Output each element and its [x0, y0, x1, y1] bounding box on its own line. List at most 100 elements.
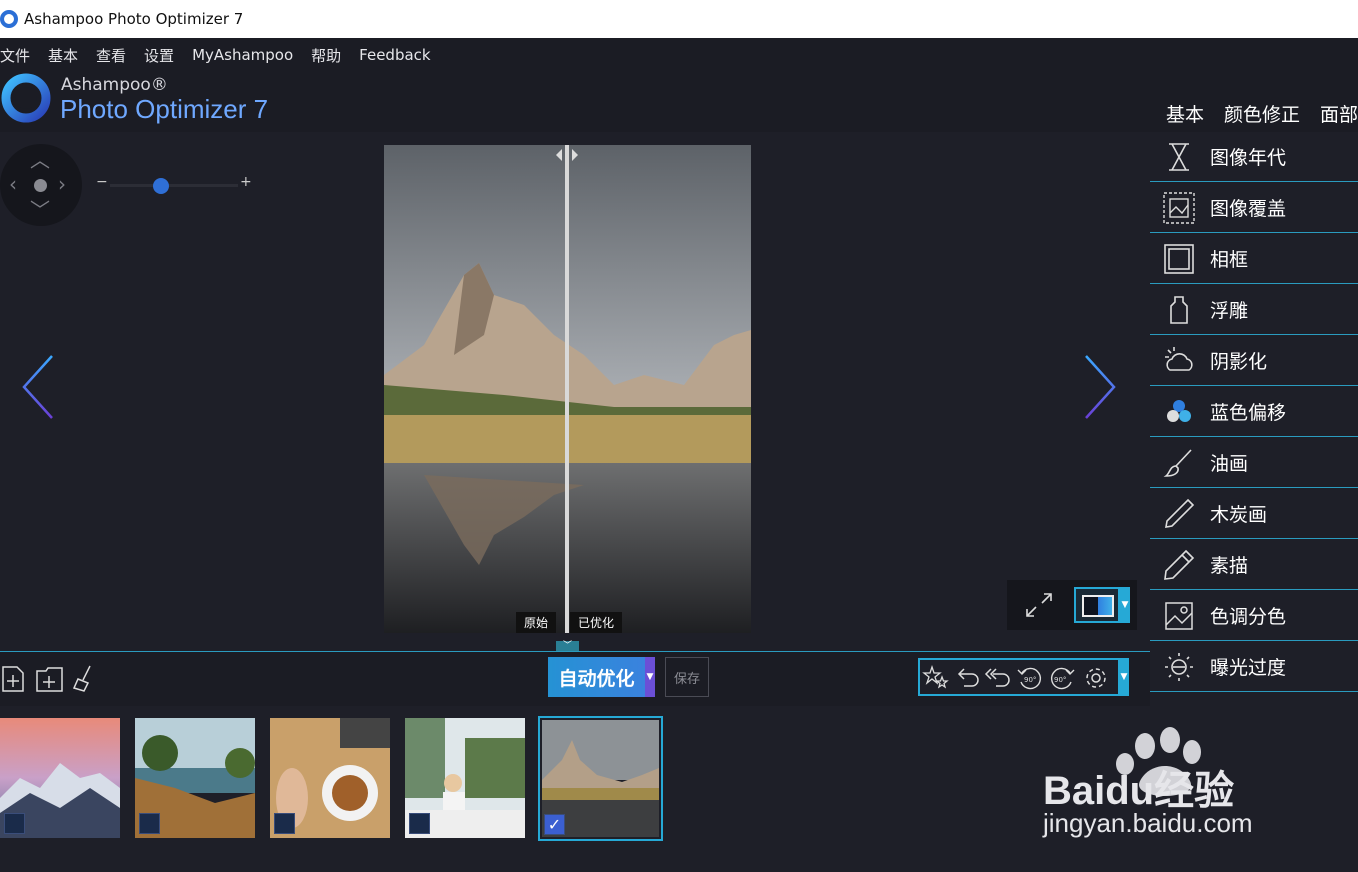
- title-bar: Ashampoo Photo Optimizer 7: [0, 0, 1358, 38]
- oil-brush-icon: [1163, 448, 1192, 477]
- compare-mode-dropdown[interactable]: ▼: [1120, 587, 1130, 623]
- pan-right-icon[interactable]: ›: [58, 174, 66, 194]
- mountain-lake-image: [384, 145, 751, 633]
- thumbnail-checkbox[interactable]: [139, 813, 160, 834]
- menu-help[interactable]: 帮助: [311, 45, 341, 66]
- zoom-in-button[interactable]: +: [240, 174, 252, 190]
- fullscreen-icon[interactable]: [1023, 590, 1055, 620]
- image-workspace: ︿ ‹ › ﹀ − + 原始 已优化 ▼ ﹀: [0, 132, 1150, 652]
- tab-basic[interactable]: 基本: [1166, 100, 1204, 127]
- overexposure-icon: [1165, 652, 1193, 681]
- effect-sketch[interactable]: 素描: [1150, 540, 1358, 590]
- rotate-left-icon[interactable]: 90°: [1016, 664, 1044, 692]
- effect-label: 阴影化: [1210, 351, 1268, 373]
- effect-posterize[interactable]: 色调分色: [1150, 591, 1358, 641]
- magic-stars-icon[interactable]: [922, 664, 950, 692]
- thumbnail-checkbox-checked[interactable]: ✓: [544, 814, 565, 835]
- app-window: Ashampoo Photo Optimizer 7 文件 基本 查看 设置 M…: [0, 0, 1358, 872]
- pencil-icon: [1164, 549, 1195, 580]
- shadow-cloud-icon: [1165, 346, 1193, 371]
- thumbnail-checkbox[interactable]: [4, 813, 25, 834]
- product-name: Photo Optimizer 7: [60, 94, 269, 124]
- brand-name: Ashampoo®: [61, 75, 168, 95]
- menu-settings[interactable]: 设置: [144, 45, 174, 66]
- svg-text:90°: 90°: [1054, 676, 1066, 684]
- pan-left-icon[interactable]: ‹: [9, 174, 17, 194]
- settings-gear-icon[interactable]: [1082, 664, 1110, 692]
- effect-emboss[interactable]: 浮雕: [1150, 285, 1358, 335]
- effect-label: 相框: [1210, 249, 1249, 271]
- zoom-out-button[interactable]: −: [96, 174, 108, 190]
- add-file-icon[interactable]: [0, 664, 30, 694]
- window-title: Ashampoo Photo Optimizer 7: [24, 10, 244, 28]
- thumbnail-checkbox[interactable]: [409, 813, 430, 834]
- effect-label: 色调分色: [1210, 606, 1287, 628]
- ashampoo-logo-icon: [1, 73, 51, 123]
- charcoal-icon: [1165, 498, 1195, 528]
- previous-image-icon[interactable]: [18, 354, 58, 420]
- compare-mode-button[interactable]: [1074, 587, 1120, 623]
- blue-shift-icon: [1167, 399, 1191, 422]
- split-view-icon: [1082, 595, 1114, 617]
- view-tools: ▼: [1007, 580, 1137, 630]
- emboss-icon: [1170, 295, 1188, 324]
- pan-center-icon[interactable]: [34, 179, 47, 192]
- auto-optimize-button[interactable]: 自动优化: [548, 657, 645, 697]
- edit-tools-group: 90° 90°: [918, 658, 1120, 696]
- save-button[interactable]: 保存: [665, 657, 709, 697]
- effect-oil-painting[interactable]: 油画: [1150, 438, 1358, 488]
- zoom-slider[interactable]: [110, 178, 238, 194]
- rotate-right-icon[interactable]: 90°: [1048, 664, 1076, 692]
- thumbnail-checkbox[interactable]: [274, 813, 295, 834]
- add-folder-icon[interactable]: [35, 664, 65, 694]
- filmstrip: ✓: [0, 706, 1150, 872]
- effect-image-age[interactable]: 图像年代: [1150, 132, 1358, 182]
- action-toolbar: 自动优化 ▼ 保存 90° 90° ▼: [0, 651, 1150, 706]
- app-header: Ashampoo® Photo Optimizer 7 基本 颜色修正 面部: [0, 72, 1358, 132]
- effect-label: 图像年代: [1210, 147, 1287, 169]
- thumbnail-breakfast-table[interactable]: [270, 718, 390, 838]
- pan-up-icon[interactable]: ︿: [30, 150, 50, 170]
- menu-myashampoo[interactable]: MyAshampoo: [192, 46, 293, 64]
- effect-label: 木炭画: [1210, 504, 1268, 526]
- thumbnail-mountain-lake[interactable]: ✓: [538, 716, 663, 841]
- menu-file[interactable]: 文件: [0, 45, 30, 66]
- effect-label: 素描: [1210, 555, 1249, 577]
- effect-frame[interactable]: 相框: [1150, 234, 1358, 284]
- next-image-icon[interactable]: [1080, 354, 1120, 420]
- watermark-brand: Baidu经验: [1043, 769, 1235, 813]
- tab-face[interactable]: 面部: [1320, 100, 1358, 127]
- undo-all-icon[interactable]: [984, 664, 1012, 692]
- effect-charcoal[interactable]: 木炭画: [1150, 489, 1358, 539]
- original-label: 原始: [516, 612, 557, 633]
- menu-feedback[interactable]: Feedback: [359, 46, 430, 64]
- zoom-slider-thumb[interactable]: [153, 178, 170, 194]
- effect-label: 油画: [1210, 453, 1249, 475]
- menu-basic[interactable]: 基本: [48, 45, 78, 66]
- auto-optimize-dropdown[interactable]: ▼: [645, 657, 655, 697]
- thumbnail-woman-laptop[interactable]: [405, 718, 525, 838]
- effect-overexposure[interactable]: 曝光过度: [1150, 642, 1358, 692]
- tab-color-correction[interactable]: 颜色修正: [1224, 100, 1300, 127]
- thumbnail-coast-sunset[interactable]: [135, 718, 255, 838]
- photo-preview[interactable]: 原始 已优化: [384, 145, 751, 633]
- pan-down-icon[interactable]: ﹀: [30, 200, 50, 220]
- posterize-icon: [1165, 601, 1193, 630]
- svg-text:90°: 90°: [1024, 676, 1036, 684]
- undo-icon[interactable]: [954, 664, 982, 692]
- clear-list-icon[interactable]: [70, 664, 100, 694]
- pan-navigator[interactable]: ︿ ‹ › ﹀: [0, 144, 82, 226]
- edit-tools-dropdown[interactable]: ▼: [1119, 658, 1129, 696]
- thumbnail-snowy-mountains[interactable]: [0, 718, 120, 838]
- menu-view[interactable]: 查看: [96, 45, 126, 66]
- image-overlay-icon: [1163, 191, 1195, 224]
- effect-shadow[interactable]: 阴影化: [1150, 336, 1358, 386]
- optimized-label: 已优化: [570, 612, 623, 633]
- effect-blue-shift[interactable]: 蓝色偏移: [1150, 387, 1358, 437]
- frame-icon: [1164, 243, 1194, 274]
- app-icon: [0, 10, 18, 28]
- effect-label: 浮雕: [1210, 300, 1249, 322]
- menu-bar: 文件 基本 查看 设置 MyAshampoo 帮助 Feedback: [0, 38, 1358, 72]
- effect-image-overlay[interactable]: 图像覆盖: [1150, 183, 1358, 233]
- effect-label: 图像覆盖: [1210, 198, 1287, 220]
